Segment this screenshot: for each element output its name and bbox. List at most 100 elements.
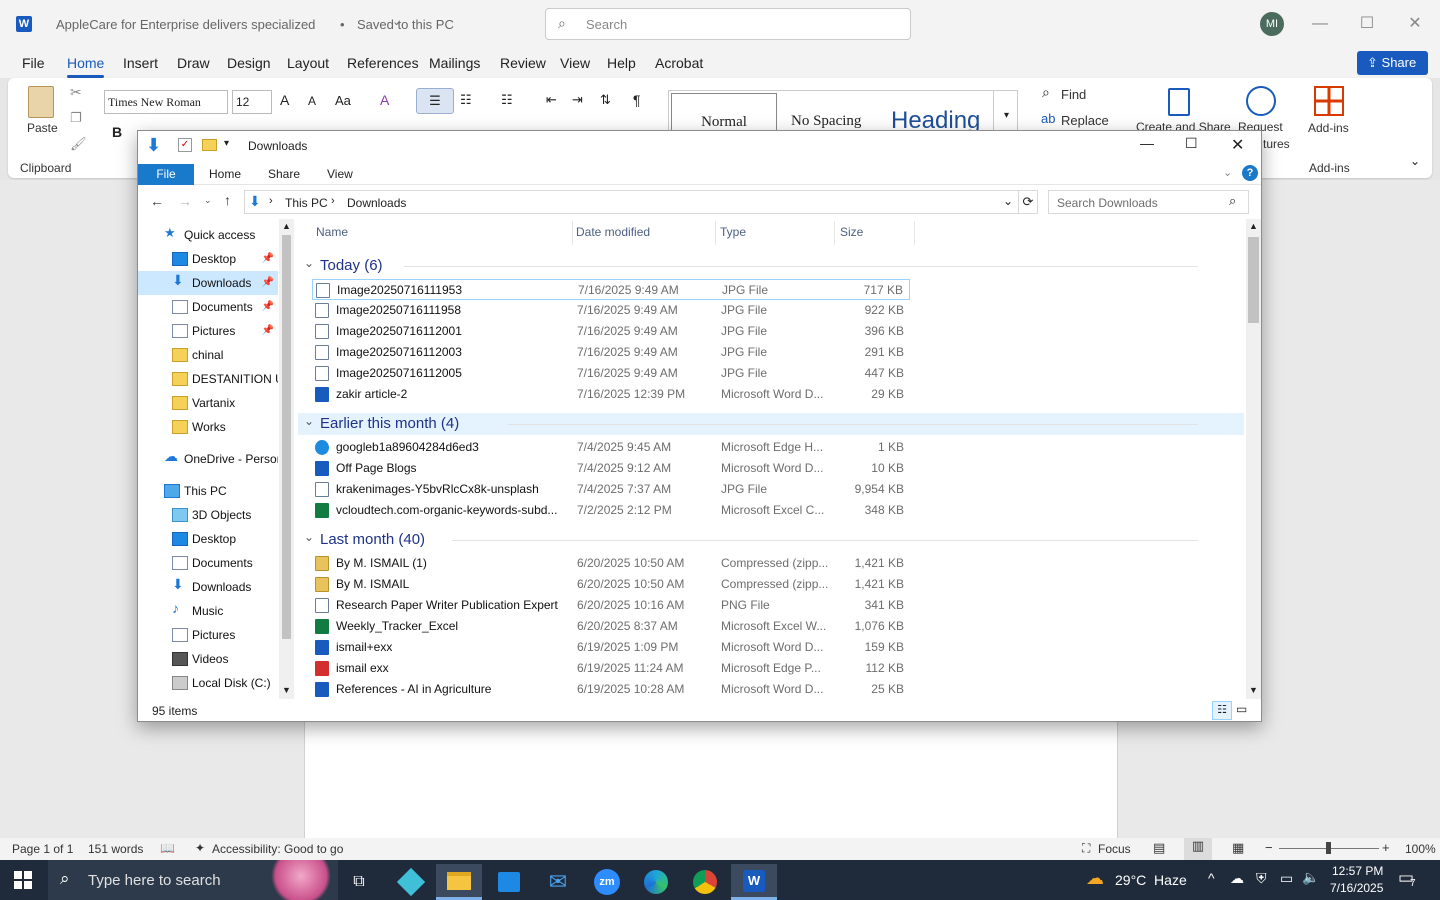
zoom-slider-thumb[interactable] bbox=[1326, 842, 1331, 854]
paste-button[interactable]: Paste bbox=[27, 121, 58, 135]
properties-icon[interactable]: ✓ bbox=[178, 138, 192, 152]
file-row[interactable]: Image20250716111958 7/16/2025 9:49 AM JPG … bbox=[312, 300, 910, 321]
decrease-indent-icon[interactable]: ⇤ bbox=[546, 92, 557, 108]
bullets-button[interactable]: ☰ bbox=[416, 88, 454, 114]
weather-icon[interactable]: ☁ bbox=[1086, 868, 1104, 889]
weather-text[interactable]: 29°C Haze bbox=[1115, 872, 1187, 888]
nav-item-vartanix[interactable]: Vartanix bbox=[138, 391, 278, 415]
tab-file[interactable]: File bbox=[22, 55, 45, 71]
address-box[interactable]: ⬇ › This PC › Downloads ⌄ bbox=[244, 190, 1019, 214]
nav-item-desktop[interactable]: Desktop bbox=[138, 527, 278, 551]
tab-draw[interactable]: Draw bbox=[177, 55, 210, 71]
style-no-spacing[interactable]: No Spacing bbox=[791, 113, 861, 130]
print-layout-icon[interactable]: ▥ bbox=[1184, 838, 1212, 860]
accessibility-icon[interactable]: ✦ bbox=[195, 841, 205, 855]
web-layout-icon[interactable]: ▦ bbox=[1232, 840, 1244, 856]
tab-view[interactable]: View bbox=[327, 164, 353, 185]
chevron-down-icon[interactable]: ⌄ bbox=[304, 256, 314, 270]
close-icon[interactable]: ✕ bbox=[1231, 135, 1244, 155]
scroll-down-icon[interactable]: ▼ bbox=[282, 685, 291, 695]
file-row[interactable]: By M. ISMAIL 6/20/2025 10:50 AM Compressed… bbox=[312, 574, 910, 595]
nav-item-videos[interactable]: Videos bbox=[138, 647, 278, 671]
nav-item-quick-access[interactable]: ★ Quick access bbox=[138, 223, 278, 247]
format-painter-icon[interactable]: 🖌 bbox=[70, 136, 87, 152]
file-row[interactable]: Image20250716112003 7/16/2025 9:49 AM JPG … bbox=[312, 342, 910, 363]
clock-time[interactable]: 12:57 PM bbox=[1332, 864, 1383, 878]
scroll-up-icon[interactable]: ▲ bbox=[282, 221, 291, 231]
scroll-down-icon[interactable]: ▼ bbox=[1249, 685, 1258, 695]
pin-icon[interactable]: 📌 bbox=[262, 247, 274, 271]
zoom-level[interactable]: 100% bbox=[1405, 842, 1436, 856]
quick-access-dropdown-icon[interactable]: ▾ bbox=[224, 138, 229, 149]
word-search-box[interactable]: ⌕ Search bbox=[545, 8, 911, 40]
new-folder-icon[interactable] bbox=[202, 139, 217, 151]
pilcrow-icon[interactable]: ¶ bbox=[633, 92, 641, 108]
column-divider[interactable] bbox=[834, 221, 835, 245]
page-count[interactable]: Page 1 of 1 bbox=[12, 842, 73, 856]
tab-help[interactable]: Help bbox=[607, 55, 636, 71]
minimize-icon[interactable]: — bbox=[1140, 135, 1154, 151]
replace-icon[interactable]: ab bbox=[1041, 111, 1055, 126]
column-divider[interactable] bbox=[572, 221, 573, 245]
pin-icon[interactable]: 📌 bbox=[262, 295, 274, 319]
breadcrumb-downloads[interactable]: Downloads bbox=[347, 196, 406, 210]
close-icon[interactable]: ✕ bbox=[1400, 10, 1430, 38]
tab-share[interactable]: Share bbox=[268, 164, 300, 185]
nav-item-desktop[interactable]: Desktop 📌 bbox=[138, 247, 278, 271]
nav-item-3d-objects[interactable]: 3D Objects bbox=[138, 503, 278, 527]
find-icon[interactable]: ⌕ bbox=[1042, 84, 1050, 101]
file-row[interactable]: Research Paper Writer Publication Expert… bbox=[312, 595, 910, 616]
network-icon[interactable]: ▭ bbox=[1280, 870, 1293, 887]
nav-item-local-disk-c[interactable]: Local Disk (C:) bbox=[138, 671, 278, 695]
store-icon[interactable] bbox=[486, 864, 532, 900]
group-header[interactable]: ⌄ Today (6) bbox=[298, 255, 1244, 277]
addins-button[interactable]: Add-ins bbox=[1308, 121, 1349, 135]
cut-icon[interactable]: ✂ bbox=[70, 84, 82, 101]
word-taskbar-icon[interactable]: W bbox=[731, 864, 777, 900]
forward-arrow-icon[interactable]: → bbox=[178, 193, 192, 209]
onedrive-icon[interactable]: ☁ bbox=[1230, 870, 1244, 887]
replace-button[interactable]: Replace bbox=[1061, 113, 1109, 128]
word-count[interactable]: 151 words bbox=[88, 842, 143, 856]
file-explorer-taskbar-icon[interactable] bbox=[436, 864, 482, 900]
tab-review[interactable]: Review bbox=[500, 55, 546, 71]
file-row[interactable]: zakir article-2 7/16/2025 12:39 PM Microso… bbox=[312, 384, 910, 405]
focus-button[interactable]: Focus bbox=[1098, 842, 1131, 856]
file-row[interactable]: References - AI in Agriculture 6/19/2025 … bbox=[312, 679, 910, 699]
focus-icon[interactable]: ⛶ bbox=[1082, 841, 1090, 856]
tab-home[interactable]: Home bbox=[67, 55, 105, 78]
font-name-select[interactable]: Times New Roman bbox=[104, 90, 228, 114]
zoom-slider[interactable] bbox=[1279, 842, 1379, 854]
edge-icon[interactable] bbox=[633, 864, 679, 900]
zoom-out-icon[interactable]: − bbox=[1265, 840, 1273, 855]
help-icon[interactable]: ? bbox=[1242, 165, 1258, 181]
nav-scrollbar-thumb[interactable] bbox=[282, 235, 291, 639]
share-button[interactable]: ⇪ Share bbox=[1357, 51, 1428, 75]
file-row[interactable]: vcloudtech.com-organic-keywords-subd... 7… bbox=[312, 500, 910, 521]
column-size[interactable]: Size bbox=[840, 225, 863, 239]
column-type[interactable]: Type bbox=[720, 225, 746, 239]
shrink-font-icon[interactable]: A bbox=[308, 94, 316, 108]
windows-start-icon[interactable] bbox=[0, 860, 46, 900]
file-row[interactable]: ismail+exx 6/19/2025 1:09 PM Microsoft Wor… bbox=[312, 637, 910, 658]
mail-icon[interactable]: ✉ bbox=[535, 864, 581, 900]
chevron-down-icon[interactable]: ⌄ bbox=[304, 530, 314, 544]
nav-item-documents[interactable]: Documents bbox=[138, 551, 278, 575]
addins-icon[interactable] bbox=[1314, 86, 1344, 116]
nav-item-pictures[interactable]: Pictures bbox=[138, 623, 278, 647]
request-signatures-icon[interactable] bbox=[1246, 86, 1276, 116]
grow-font-icon[interactable]: A bbox=[280, 92, 289, 108]
file-row[interactable]: Image20250716112001 7/16/2025 9:49 AM JPG … bbox=[312, 321, 910, 342]
tab-design[interactable]: Design bbox=[227, 55, 271, 71]
tab-references[interactable]: References bbox=[347, 55, 419, 71]
nav-item-chinal[interactable]: chinal bbox=[138, 343, 278, 367]
nav-item-onedrive-personal[interactable]: ☁ OneDrive - Personal bbox=[138, 447, 278, 471]
nav-item-downloads[interactable]: ⬇ Downloads bbox=[138, 575, 278, 599]
maximize-icon[interactable]: ☐ bbox=[1185, 135, 1198, 152]
read-mode-icon[interactable]: ▤ bbox=[1153, 840, 1165, 856]
avatar[interactable]: MI bbox=[1260, 12, 1284, 36]
file-list-scrollbar-thumb[interactable] bbox=[1248, 237, 1259, 323]
accessibility-status[interactable]: Accessibility: Good to go bbox=[212, 842, 343, 856]
back-arrow-icon[interactable]: ← bbox=[150, 193, 164, 209]
file-row[interactable]: krakenimages-Y5bvRlcCx8k-unsplash 7/4/202… bbox=[312, 479, 910, 500]
